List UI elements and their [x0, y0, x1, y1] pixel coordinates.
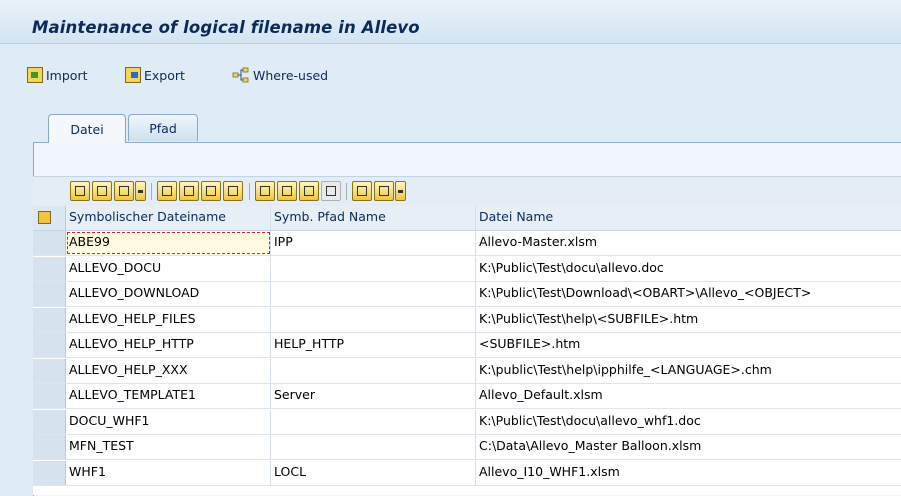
tab-pfad[interactable]: Pfad — [128, 114, 198, 141]
where-used-button[interactable]: Where-used — [232, 65, 328, 85]
application-toolbar: Import Export Where-used — [0, 44, 901, 106]
cell-file-name[interactable]: K:\public\Test\help\ipphilfe_<LANGUAGE>.… — [476, 359, 901, 383]
tab-datei-label: Datei — [70, 121, 104, 137]
row-selector[interactable] — [33, 460, 66, 485]
cell-symbolic-name[interactable]: ALLEVO_TEMPLATE1 — [66, 384, 271, 408]
page-title: Maintenance of logical filename in Allev… — [32, 18, 420, 37]
cell-symbolic-name[interactable]: ALLEVO_DOWNLOAD — [66, 282, 271, 306]
cell-file-name[interactable]: Allevo_I10_WHF1.xlsm — [476, 461, 901, 485]
cell-symbolic-name[interactable]: ALLEVO_HELP_HTTP — [66, 333, 271, 357]
cell-path-name[interactable] — [271, 435, 476, 459]
cell-file-name[interactable]: Allevo_Default.xlsm — [476, 384, 901, 408]
cut-icon[interactable] — [70, 181, 90, 201]
cell-file-name[interactable]: <SUBFILE>.htm — [476, 333, 901, 357]
table-row[interactable]: ALLEVO_HELP_HTTP HELP_HTTP <SUBFILE>.htm — [33, 333, 901, 358]
cell-symbolic-name[interactable]: DOCU_WHF1 — [66, 409, 271, 434]
cell-file-name[interactable]: K:\Public\Test\Download\<OBART>\Allevo_<… — [476, 282, 901, 306]
cell-symbolic-name[interactable]: ALLEVO_DOCU — [66, 256, 271, 281]
import-button[interactable]: Import — [27, 65, 88, 85]
table-header: Symbolischer Dateiname Symb. Pfad Name D… — [33, 206, 901, 231]
paste-icon[interactable] — [114, 181, 134, 201]
table-row[interactable]: WHF1 LOCL Allevo_I10_WHF1.xlsm — [33, 460, 901, 486]
cell-symbolic-name[interactable]: WHF1 — [66, 460, 271, 485]
table-row[interactable]: ALLEVO_TEMPLATE1 Server Allevo_Default.xls… — [33, 384, 901, 409]
toolbar-separator — [346, 183, 347, 200]
cell-path-name[interactable] — [271, 256, 476, 281]
filter-icon[interactable] — [277, 181, 297, 201]
export-label: Export — [144, 67, 185, 83]
cell-path-name[interactable] — [271, 358, 476, 383]
delete-row-icon[interactable] — [201, 181, 221, 201]
table-row[interactable]: ALLEVO_HELP_FILES K:\Public\Test\help\<SU… — [33, 307, 901, 333]
sort-icon[interactable] — [255, 181, 275, 201]
row-selector[interactable] — [33, 435, 66, 459]
logical-filename-table: Symbolischer Dateiname Symb. Pfad Name D… — [33, 206, 901, 495]
row-selector[interactable] — [33, 409, 66, 434]
cell-path-name[interactable] — [271, 307, 476, 332]
cell-file-name[interactable]: K:\Public\Test\docu\allevo_whf1.doc — [476, 410, 901, 434]
cell-file-name[interactable]: K:\Public\Test\help\<SUBFILE>.htm — [476, 308, 901, 332]
print-icon[interactable] — [352, 181, 372, 201]
toolbar-separator — [249, 183, 250, 200]
row-selector[interactable] — [33, 307, 66, 332]
table-row[interactable]: ALLEVO_HELP_XXX K:\public\Test\help\ipphi… — [33, 358, 901, 384]
cell-path-name[interactable]: HELP_HTTP — [271, 333, 476, 357]
table-row[interactable]: ABE99 IPP Allevo-Master.xlsm — [33, 231, 901, 256]
toolbar-separator — [151, 183, 152, 200]
row-selector[interactable] — [33, 384, 66, 408]
table-row[interactable]: DOCU_WHF1 K:\Public\Test\docu\allevo_whf1… — [33, 409, 901, 435]
cell-path-name[interactable] — [271, 282, 476, 306]
column-settings-icon[interactable] — [33, 206, 66, 230]
cell-path-name[interactable] — [271, 409, 476, 434]
column-header-path-name[interactable]: Symb. Pfad Name — [271, 206, 476, 230]
paste-dropdown-icon[interactable] — [135, 181, 146, 201]
export-grid-icon[interactable] — [374, 181, 394, 201]
tab-strip: Datei Pfad — [0, 114, 901, 143]
grid-toolbar — [33, 176, 901, 206]
table-row[interactable]: ALLEVO_DOCU K:\Public\Test\docu\allevo.do… — [33, 256, 901, 282]
tab-pfad-label: Pfad — [149, 120, 177, 136]
tab-datei[interactable]: Datei — [48, 114, 126, 143]
cell-file-name[interactable]: C:\Data\Allevo_Master Balloon.xlsm — [476, 435, 901, 459]
row-selector[interactable] — [33, 333, 66, 357]
column-header-symbolic-name[interactable]: Symbolischer Dateiname — [66, 206, 271, 230]
title-bar: Maintenance of logical filename in Allev… — [0, 0, 901, 44]
row-selector[interactable] — [33, 231, 66, 255]
cell-path-name[interactable]: Server — [271, 384, 476, 408]
row-selector[interactable] — [33, 256, 66, 281]
find-next-icon[interactable] — [321, 181, 341, 201]
insert-row-icon[interactable] — [179, 181, 199, 201]
cell-path-name[interactable]: IPP — [271, 231, 476, 255]
copy-row-icon[interactable] — [223, 181, 243, 201]
cell-path-name[interactable]: LOCL — [271, 460, 476, 485]
column-header-file-name[interactable]: Datei Name — [476, 206, 901, 230]
cell-symbolic-name[interactable]: ALLEVO_HELP_XXX — [66, 358, 271, 383]
table-row[interactable]: MFN_TEST C:\Data\Allevo_Master Balloon.xl… — [33, 435, 901, 460]
where-used-icon — [232, 67, 250, 83]
copy-icon[interactable] — [92, 181, 112, 201]
cell-symbolic-name[interactable]: MFN_TEST — [66, 435, 271, 459]
cell-symbolic-name[interactable]: ALLEVO_HELP_FILES — [66, 307, 271, 332]
cell-symbolic-name[interactable]: ABE99 — [66, 231, 271, 255]
row-selector[interactable] — [33, 358, 66, 383]
export-button[interactable]: Export — [125, 65, 185, 85]
where-used-label: Where-used — [253, 67, 329, 83]
cell-file-name[interactable]: Allevo-Master.xlsm — [476, 231, 901, 255]
cell-file-name[interactable]: K:\Public\Test\docu\allevo.doc — [476, 257, 901, 281]
export-icon — [125, 67, 141, 83]
import-label: Import — [46, 67, 88, 83]
export-dropdown-icon[interactable] — [395, 181, 406, 201]
new-row-icon[interactable] — [157, 181, 177, 201]
find-icon[interactable] — [299, 181, 319, 201]
row-selector[interactable] — [33, 282, 66, 306]
table-row[interactable]: ALLEVO_DOWNLOAD K:\Public\Test\Download\<… — [33, 282, 901, 307]
import-icon — [27, 67, 43, 83]
